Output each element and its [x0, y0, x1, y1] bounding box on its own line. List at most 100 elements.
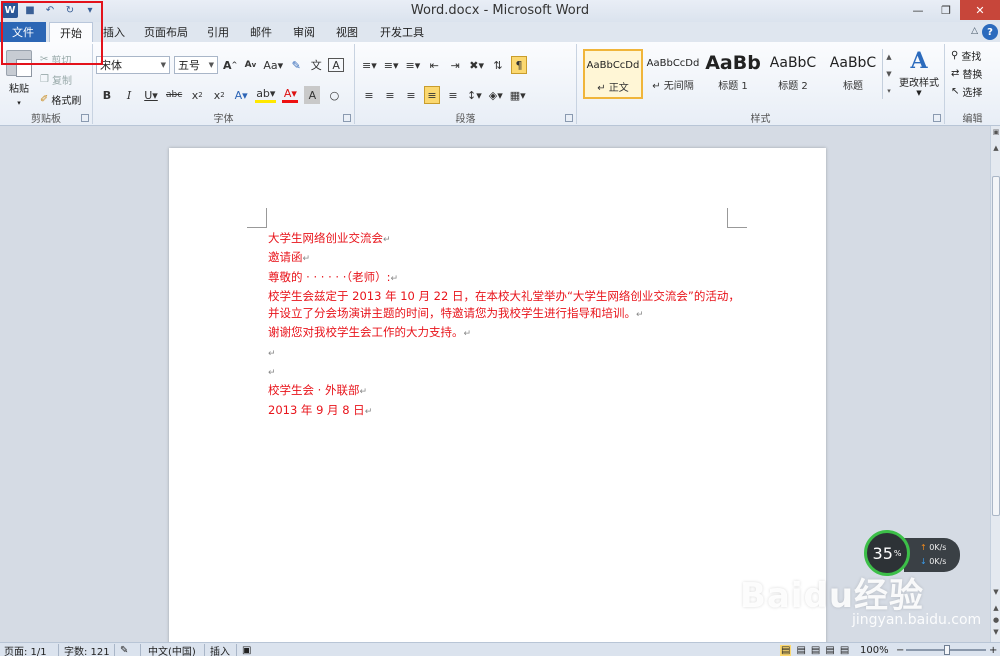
bold-icon[interactable]: B — [99, 86, 115, 104]
style-title[interactable]: AaBbC 标题 — [823, 49, 883, 99]
vertical-scrollbar[interactable]: ▣ ▲ ▼ ▲ ● ▼ — [990, 126, 1000, 642]
minimize-icon[interactable]: — — [904, 0, 932, 20]
print-layout-icon[interactable]: ▤ — [780, 644, 792, 656]
macro-record-icon[interactable]: ▣ — [242, 644, 251, 656]
zoom-slider-knob[interactable] — [944, 645, 950, 655]
shading-icon[interactable]: ◈▾ — [488, 86, 504, 104]
italic-icon[interactable]: I — [121, 86, 137, 104]
close-icon[interactable]: ✕ — [960, 0, 1000, 20]
distributed-icon[interactable]: ≡ — [445, 86, 461, 104]
change-styles-button[interactable]: A 更改样式 ▼ — [897, 48, 941, 97]
paste-button[interactable]: 粘贴 ▾ — [4, 50, 34, 107]
browse-object-icon[interactable]: ● — [991, 616, 1000, 624]
status-bar: 页面: 1/1 字数: 121 ✎ 中文(中国) 插入 ▣ ▤ ▤ ▤ ▤ ▤ … — [0, 642, 1000, 656]
style-heading-2[interactable]: AaBbC 标题 2 — [763, 49, 823, 99]
align-center-icon[interactable]: ≡ — [382, 86, 398, 104]
upload-arrow-icon: ↑ — [920, 543, 927, 552]
scroll-thumb[interactable] — [992, 176, 1000, 516]
insert-mode[interactable]: 插入 — [210, 644, 230, 656]
styles-scroll[interactable]: ▲ ▼ ▾ — [882, 49, 895, 99]
full-screen-reading-icon[interactable]: ▤ — [796, 645, 805, 656]
download-speed: 0K/s — [929, 557, 947, 566]
character-border-icon[interactable]: A — [328, 58, 345, 72]
justify-icon[interactable]: ≡ — [424, 86, 440, 104]
word-count[interactable]: 字数: 121 — [64, 644, 110, 656]
show-marks-icon[interactable]: ¶ — [511, 56, 527, 74]
subscript-icon[interactable]: x2 — [189, 86, 205, 104]
scroll-down-icon[interactable]: ▼ — [991, 588, 1000, 596]
decrease-indent-icon[interactable]: ⇤ — [426, 56, 442, 74]
spelling-check-icon[interactable]: ✎ — [120, 644, 128, 656]
line-spacing-icon[interactable]: ↕▾ — [466, 86, 483, 104]
copy-button[interactable]: ❐ 复制 — [40, 72, 72, 87]
zoom-out-icon[interactable]: − — [896, 644, 904, 656]
clear-formatting-icon[interactable]: ✎ — [288, 56, 304, 74]
strikethrough-icon[interactable]: abc — [165, 86, 183, 104]
replace-button[interactable]: ⇄ 替换 — [951, 66, 982, 81]
restore-icon[interactable]: ❐ — [932, 0, 960, 20]
help-icon[interactable]: ? — [982, 24, 998, 40]
minimize-ribbon-icon[interactable]: △ — [971, 26, 978, 36]
format-painter-button[interactable]: ✐ 格式刷 — [40, 92, 81, 107]
language-indicator[interactable]: 中文(中国) — [148, 644, 196, 656]
align-right-icon[interactable]: ≡ — [403, 86, 419, 104]
borders-icon[interactable]: ▦▾ — [509, 86, 527, 104]
more-styles-icon[interactable]: ▾ — [887, 87, 891, 95]
increase-indent-icon[interactable]: ⇥ — [447, 56, 463, 74]
tab-insert[interactable]: 插入 — [98, 22, 130, 42]
numbering-icon[interactable]: ≡▾ — [383, 56, 400, 74]
grow-font-icon[interactable]: A ^ — [222, 56, 238, 74]
web-layout-icon[interactable]: ▤ — [811, 645, 820, 656]
style-name: 标题 2 — [778, 81, 808, 92]
page-count[interactable]: 页面: 1/1 — [4, 644, 47, 656]
zoom-level[interactable]: 100% — [860, 644, 889, 656]
tab-mailings[interactable]: 邮件 — [245, 22, 277, 42]
style-no-spacing[interactable]: AaBbCcDd ↵ 无间隔 — [643, 49, 703, 99]
tab-home[interactable]: 开始 — [49, 22, 93, 42]
text-effects-icon[interactable]: A▾ — [233, 86, 249, 104]
scroll-up-icon[interactable]: ▲ — [886, 53, 891, 61]
change-case-icon[interactable]: Aa▾ — [262, 56, 284, 74]
paragraph-launcher-icon[interactable] — [565, 114, 573, 122]
font-color-icon[interactable]: A▾ — [282, 87, 299, 103]
font-size-combo[interactable]: 五号 ▼ — [174, 56, 218, 74]
style-normal[interactable]: AaBbCcDd ↵ 正文 — [583, 49, 643, 99]
multilevel-list-icon[interactable]: ≡▾ — [405, 56, 422, 74]
zoom-in-icon[interactable]: + — [989, 644, 997, 656]
outline-icon[interactable]: ▤ — [825, 645, 834, 656]
chinese-layout-icon[interactable]: ✖▾ — [468, 56, 485, 74]
font-name-combo[interactable]: 宋体 ▼ — [96, 56, 170, 74]
phonetic-guide-icon[interactable]: 文 — [308, 56, 324, 74]
tab-references[interactable]: 引用 — [202, 22, 234, 42]
find-button[interactable]: ⚲ 查找 — [951, 48, 981, 63]
tab-view[interactable]: 视图 — [331, 22, 363, 42]
scroll-down-icon[interactable]: ▼ — [886, 70, 891, 78]
align-left-icon[interactable]: ≡ — [361, 86, 377, 104]
ruler-toggle-icon[interactable]: ▣ — [991, 128, 1000, 136]
tab-developer[interactable]: 开发工具 — [374, 22, 430, 42]
bullets-icon[interactable]: ≡▾ — [361, 56, 378, 74]
next-page-icon[interactable]: ▼ — [991, 628, 1000, 636]
tab-page-layout[interactable]: 页面布局 — [140, 22, 192, 42]
sort-icon[interactable]: ⇅ — [490, 56, 506, 74]
clipboard-launcher-icon[interactable] — [81, 114, 89, 122]
document-page[interactable]: 大学生网络创业交流会↵ 邀请函↵ 尊敬的 · · · · · ·（老师）:↵ 校… — [169, 148, 826, 648]
draft-icon[interactable]: ▤ — [840, 645, 849, 656]
underline-icon[interactable]: U▾ — [143, 86, 159, 104]
enclose-characters-icon[interactable]: ○ — [326, 86, 342, 104]
paste-dropdown-icon[interactable]: ▾ — [17, 99, 21, 107]
select-button[interactable]: ↖ 选择 — [951, 84, 982, 99]
scroll-up-icon[interactable]: ▲ — [991, 144, 1000, 152]
tab-review[interactable]: 审阅 — [288, 22, 320, 42]
previous-page-icon[interactable]: ▲ — [991, 604, 1000, 612]
styles-launcher-icon[interactable] — [933, 114, 941, 122]
style-heading-1[interactable]: AaBb 标题 1 — [703, 49, 763, 99]
highlight-icon[interactable]: ab▾ — [255, 87, 277, 103]
font-launcher-icon[interactable] — [343, 114, 351, 122]
superscript-icon[interactable]: x2 — [211, 86, 227, 104]
tab-file[interactable]: 文件 — [0, 22, 46, 42]
cut-button[interactable]: ✂ 剪切 — [40, 52, 71, 67]
character-shading-icon[interactable]: A — [304, 86, 321, 104]
document-body[interactable]: 大学生网络创业交流会↵ 邀请函↵ 尊敬的 · · · · · ·（老师）:↵ 校… — [268, 230, 740, 421]
shrink-font-icon[interactable]: Av — [242, 56, 258, 74]
